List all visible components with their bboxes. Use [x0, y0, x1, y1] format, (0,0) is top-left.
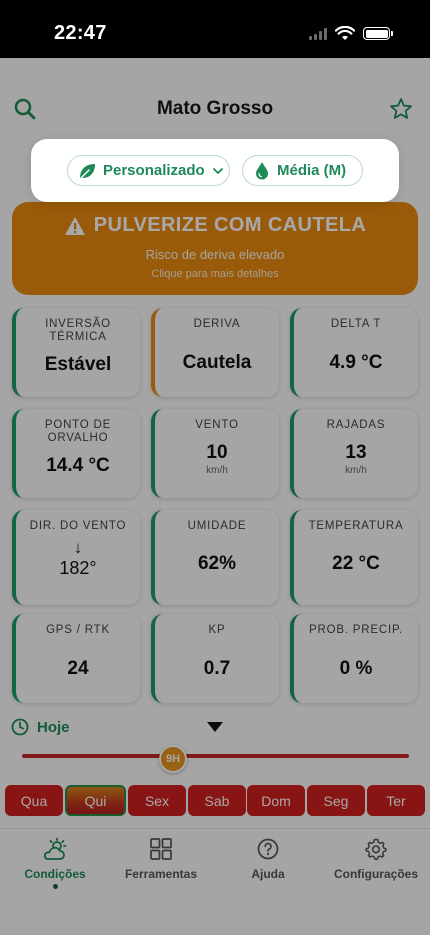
day-button[interactable]: Dom — [247, 785, 305, 816]
card-value: 182° — [59, 558, 97, 578]
day-button-selected[interactable]: Qui — [65, 785, 126, 816]
card-label: Vento — [195, 419, 239, 431]
wifi-icon — [335, 26, 355, 40]
leaf-icon — [79, 163, 95, 180]
app-screen: Mato Grosso PULVERIZE COM CAUTELA Risco … — [0, 58, 430, 935]
help-icon — [257, 838, 279, 860]
card-delta-t[interactable]: Delta T 4.9 °C — [290, 308, 418, 397]
card-wind-direction[interactable]: Dir. do vento ↓ 182° — [12, 510, 140, 605]
day-selector: Qua Qui Sex Sab Dom Seg Ter — [5, 785, 425, 816]
profile-dropdown[interactable]: Personalizado — [67, 155, 230, 186]
card-value: Estável — [44, 354, 112, 375]
card-wind[interactable]: Vento 10 km/h — [151, 409, 279, 498]
clock-icon — [11, 718, 29, 736]
card-label: Prob. precip. — [309, 624, 403, 636]
card-value: 22 °C — [332, 553, 380, 574]
card-dew-point[interactable]: Ponto de orvalho 14.4 °C — [12, 409, 140, 498]
day-button[interactable]: Sex — [128, 785, 186, 816]
card-value: 4.9 °C — [329, 352, 383, 373]
card-label: Inversão térmica — [45, 318, 111, 343]
card-gusts[interactable]: Rajadas 13 km/h — [290, 409, 418, 498]
day-button[interactable]: Qua — [5, 785, 63, 816]
tab-label: Ajuda — [251, 867, 285, 881]
card-label: Temperatura — [308, 520, 404, 532]
today-label[interactable]: Hoje — [37, 719, 70, 736]
card-value: Cautela — [182, 352, 252, 373]
card-value: 24 — [67, 658, 89, 679]
favorite-button[interactable] — [388, 96, 414, 122]
card-unit: km/h — [345, 465, 367, 476]
day-button[interactable]: Sab — [188, 785, 246, 816]
tab-tools[interactable]: Ferramentas — [120, 837, 202, 881]
card-value: 13 — [345, 442, 367, 463]
card-label: Delta T — [330, 318, 382, 330]
weather-icon — [43, 837, 67, 860]
card-value: 62% — [197, 553, 237, 574]
hour-slider-thumb[interactable]: 9H — [159, 745, 187, 773]
card-value: 14.4 °C — [46, 455, 110, 476]
arrow-down-icon: ↓ — [73, 538, 83, 557]
battery-icon — [363, 27, 393, 40]
card-precip-probability[interactable]: Prob. precip. 0 % — [290, 614, 418, 703]
card-temperature[interactable]: Temperatura 22 °C — [290, 510, 418, 605]
card-unit: km/h — [206, 465, 228, 476]
tab-label: Configurações — [333, 867, 418, 881]
card-gps-rtk[interactable]: GPS / RTK 24 — [12, 614, 140, 703]
card-label: Umidade — [187, 520, 247, 532]
hour-slider-track[interactable] — [22, 754, 409, 758]
card-value: 0 % — [339, 658, 373, 679]
card-value: 0.7 — [203, 658, 231, 679]
warning-icon — [64, 216, 85, 235]
time-selector: Hoje — [0, 706, 430, 746]
bottom-tab-bar: Condições Ferramentas Ajuda Configuraçõe… — [0, 828, 430, 935]
alert-title: PULVERIZE COM CAUTELA — [93, 214, 367, 236]
tab-label: Ferramentas — [124, 867, 198, 881]
alert-hint: Clique para mais detalhes — [151, 268, 279, 280]
card-label: Dir. do vento — [29, 520, 127, 532]
card-label: GPS / RTK — [46, 624, 110, 636]
droplet-icon — [256, 162, 268, 180]
tab-conditions[interactable]: Condições — [18, 837, 92, 889]
star-icon — [390, 98, 412, 119]
header: Mato Grosso — [0, 58, 430, 148]
cellular-signal-icon — [309, 27, 327, 40]
active-tab-indicator — [52, 884, 58, 889]
card-label: Ponto de orvalho — [44, 419, 112, 444]
tab-help[interactable]: Ajuda — [243, 837, 293, 881]
card-humidity[interactable]: Umidade 62% — [151, 510, 279, 605]
card-label: KP — [208, 624, 226, 636]
tab-settings[interactable]: Configurações — [333, 837, 419, 881]
page-title: Mato Grosso — [156, 98, 274, 119]
card-value: 10 — [206, 442, 228, 463]
day-button[interactable]: Ter — [367, 785, 425, 816]
droplet-size-selector[interactable]: Média (M) — [242, 155, 363, 186]
spray-alert-banner[interactable]: PULVERIZE COM CAUTELA Risco de deriva el… — [12, 202, 418, 295]
grid-icon — [150, 838, 172, 860]
profile-label: Personalizado — [103, 162, 205, 179]
card-kp[interactable]: KP 0.7 — [151, 614, 279, 703]
status-bar: 22:47 — [0, 0, 430, 58]
day-button[interactable]: Seg — [307, 785, 365, 816]
gear-icon — [365, 838, 387, 861]
tab-label: Condições — [24, 867, 86, 881]
status-time: 22:47 — [54, 22, 107, 44]
droplet-size-label: Média (M) — [277, 162, 347, 179]
card-label: Deriva — [193, 318, 241, 330]
card-label: Rajadas — [326, 419, 386, 431]
filter-popover: Personalizado Média (M) — [31, 139, 399, 202]
card-drift[interactable]: Deriva Cautela — [151, 308, 279, 397]
expand-triangle-icon[interactable] — [207, 722, 223, 732]
status-icons — [309, 26, 393, 41]
card-thermal-inversion[interactable]: Inversão térmica Estável — [12, 308, 140, 397]
chevron-down-icon — [212, 167, 223, 174]
alert-subtitle: Risco de deriva elevado — [145, 247, 285, 262]
